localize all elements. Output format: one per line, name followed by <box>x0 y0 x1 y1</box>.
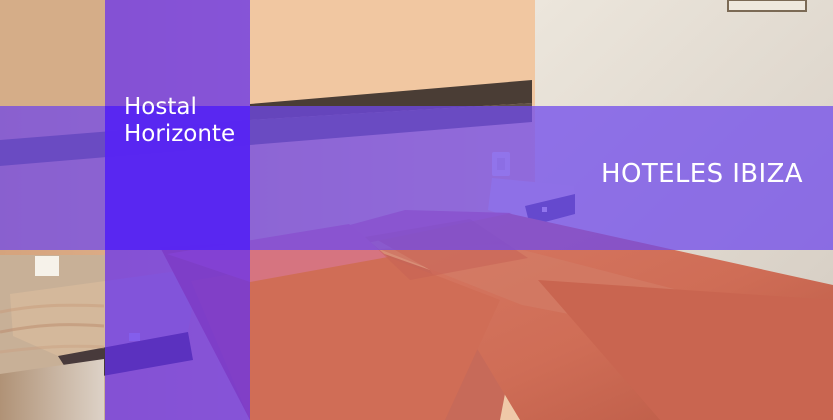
hotel-name: Hostal Horizonte <box>124 94 236 147</box>
hotel-hero-banner: Hostal Horizonte HOTELES IBIZA <box>0 0 833 420</box>
category-label: HOTELES IBIZA <box>601 159 803 189</box>
